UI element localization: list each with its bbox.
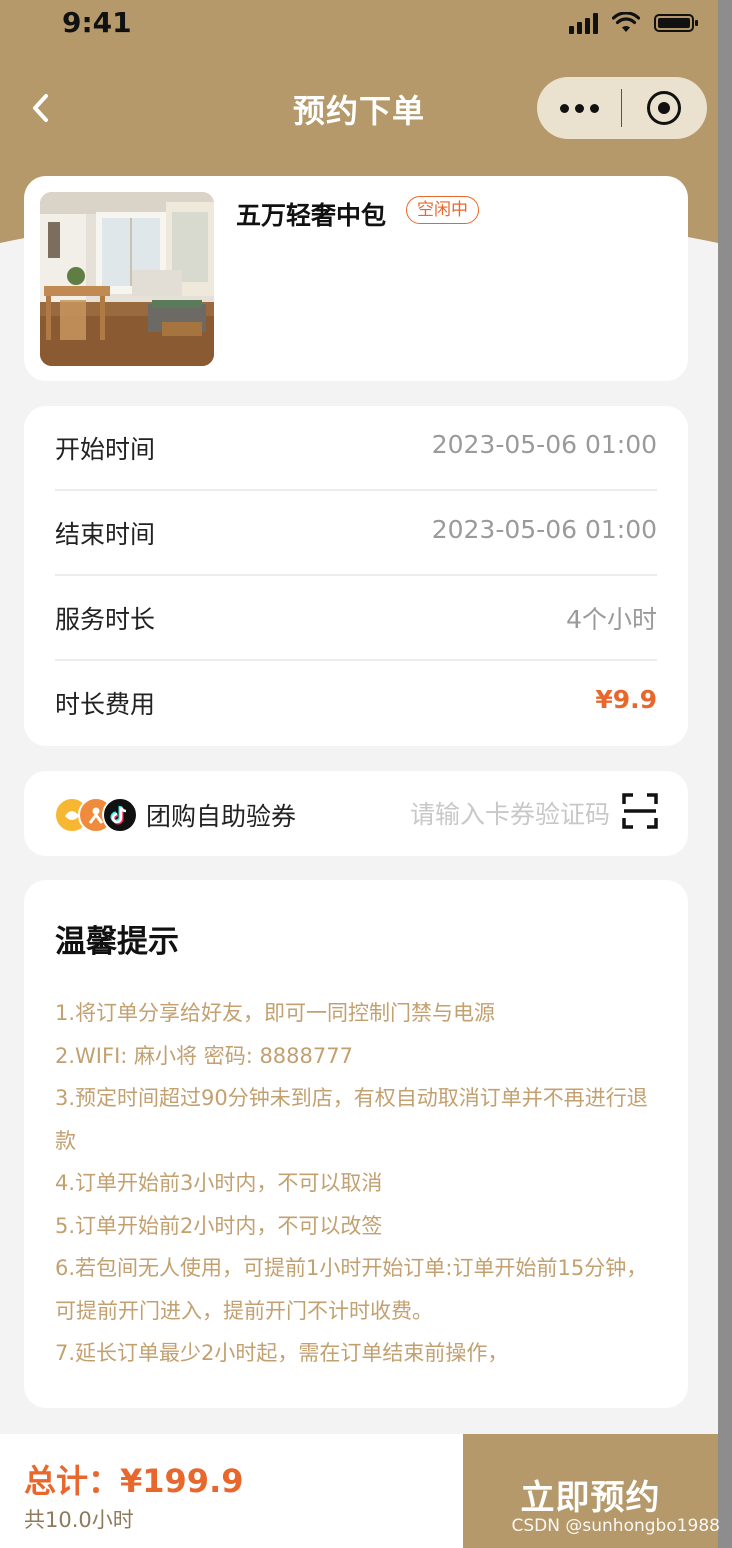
duration-value: 4个小时 — [566, 605, 657, 634]
tip-item: 6.若包间无人使用，可提前1小时开始订单:订单开始前15分钟，可提前开门进入，提… — [55, 1256, 648, 1323]
douyin-icon — [102, 797, 138, 833]
tip-item: 7.延长订单最少2小时起，需在订单结束前操作， — [55, 1341, 509, 1365]
tip-item: 3.预定时间超过90分钟未到店，有权自动取消订单并不再进行退款 — [55, 1086, 648, 1153]
total-price: 总计：¥199.9 — [24, 1462, 244, 1500]
more-dot-icon — [559, 103, 569, 113]
platform-icons — [54, 797, 138, 833]
watermark: CSDN @sunhongbo1988 — [511, 1516, 720, 1536]
miniprogram-capsule — [537, 77, 707, 139]
status-badge: 空闲中 — [406, 196, 479, 224]
total-hours: 共10.0小时 — [24, 1508, 134, 1532]
tips-title: 温馨提示 — [55, 924, 179, 960]
status-icons — [569, 12, 698, 34]
more-dot-icon — [589, 103, 599, 113]
tip-item: 4.订单开始前3小时内，不可以取消 — [55, 1171, 383, 1195]
tip-item: 2.WIFI: 麻小将 密码: 8888777 — [55, 1043, 353, 1068]
more-dot-icon — [574, 103, 584, 113]
fee-value: ¥9.9 — [595, 685, 657, 714]
more-menu-button[interactable] — [537, 77, 621, 139]
fee-row: 时长费用 ¥9.9 — [55, 661, 657, 746]
fee-label: 时长费用 — [55, 690, 156, 719]
start-time-row[interactable]: 开始时间 2023-05-06 01:00 — [55, 406, 657, 491]
booking-info-card: 开始时间 2023-05-06 01:00 结束时间 2023-05-06 01… — [24, 406, 688, 746]
start-time-label: 开始时间 — [55, 435, 156, 464]
status-bar: 9:41 — [0, 0, 718, 50]
scan-icon — [622, 793, 658, 829]
screen-edge — [718, 0, 732, 1548]
end-time-value: 2023-05-06 01:00 — [431, 515, 657, 544]
wifi-icon — [612, 12, 640, 32]
voucher-label: 团购自助验券 — [146, 802, 297, 831]
end-time-row[interactable]: 结束时间 2023-05-06 01:00 — [55, 491, 657, 576]
tips-list: 1.将订单分享给好友，即可一同控制门禁与电源 2.WIFI: 麻小将 密码: 8… — [55, 992, 661, 1375]
tips-card: 温馨提示 1.将订单分享给好友，即可一同控制门禁与电源 2.WIFI: 麻小将 … — [24, 880, 688, 1408]
tip-item: 5.订单开始前2小时内，不可以改签 — [55, 1213, 383, 1238]
voucher-card: 团购自助验券 — [24, 771, 688, 856]
duration-label: 服务时长 — [55, 605, 156, 634]
start-time-value: 2023-05-06 01:00 — [431, 430, 657, 459]
room-name: 五万轻奢中包 — [236, 201, 387, 230]
duration-row: 服务时长 4个小时 — [55, 576, 657, 661]
status-time: 9:41 — [62, 6, 132, 39]
room-card[interactable]: 五万轻奢中包 空闲中 — [24, 176, 688, 381]
battery-icon — [654, 14, 698, 32]
end-time-label: 结束时间 — [55, 520, 156, 549]
cellular-signal-icon — [569, 12, 598, 34]
app-screen: 9:41 预约下单 五万轻奢中包 空闲中 开始时间 2023-05-06 01:… — [0, 0, 718, 1548]
target-icon — [647, 91, 681, 125]
scan-button[interactable] — [622, 793, 658, 829]
room-photo — [40, 192, 214, 366]
close-miniprogram-button[interactable] — [622, 77, 706, 139]
tip-item: 1.将订单分享给好友，即可一同控制门禁与电源 — [55, 1001, 496, 1025]
voucher-code-input[interactable] — [376, 791, 612, 837]
